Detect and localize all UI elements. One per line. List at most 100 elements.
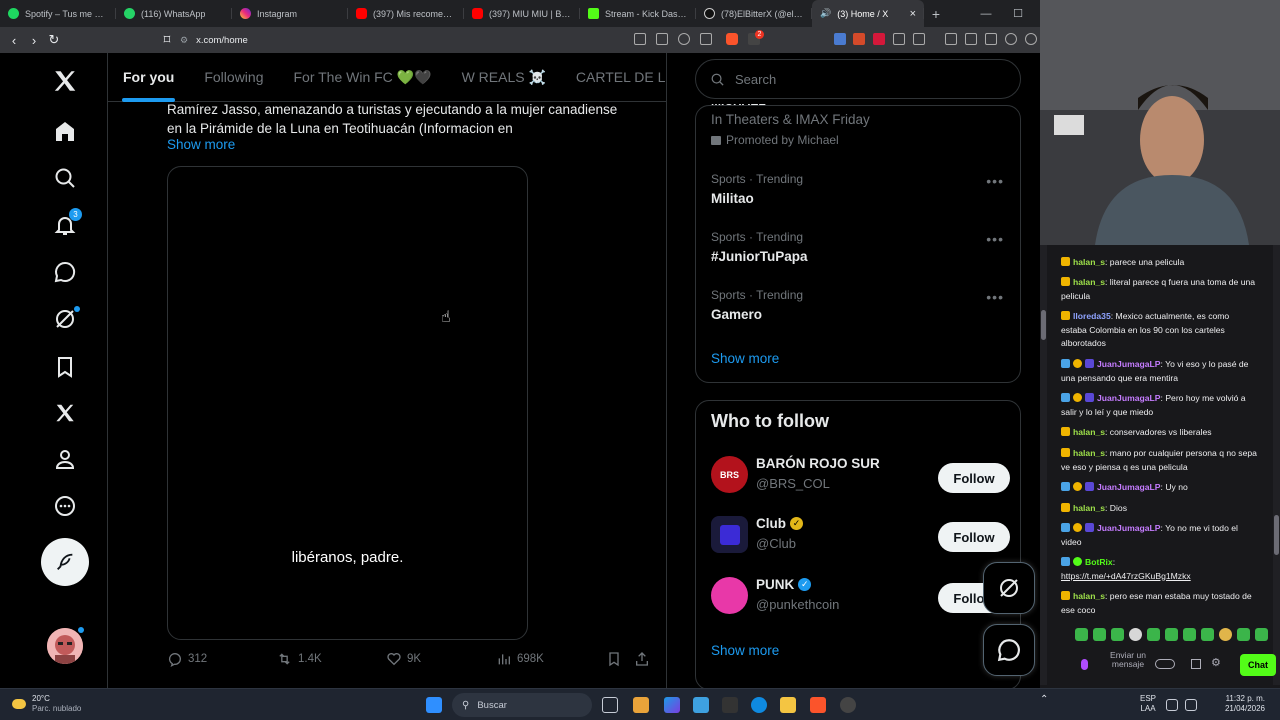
file-explorer-icon[interactable] <box>780 697 796 713</box>
widgets-icon[interactable] <box>633 697 649 713</box>
browser-tab[interactable]: (78)ElBitterX (@elbitterx) <box>696 0 812 27</box>
tab-for-you[interactable]: For you <box>108 53 189 102</box>
sidebar-icon[interactable] <box>965 33 977 45</box>
store-app-icon[interactable] <box>693 697 709 713</box>
who-to-follow-show-more-link[interactable]: Show more <box>711 643 779 658</box>
emote-icon[interactable] <box>1237 628 1250 641</box>
chat-username[interactable]: halan_s <box>1073 503 1105 513</box>
chat-username[interactable]: lloreda35 <box>1073 311 1111 321</box>
bookmarks-icon[interactable] <box>48 350 82 384</box>
grok-float-button[interactable] <box>983 562 1035 614</box>
address-bar[interactable]: ⚙ x.com/home <box>180 30 780 50</box>
taskbar-search[interactable]: ⚲ Buscar <box>452 693 592 717</box>
follow-button[interactable]: Follow <box>938 522 1010 552</box>
tweet-show-more-link[interactable]: Show more <box>167 137 235 152</box>
home-icon[interactable] <box>48 115 82 149</box>
browser-tab[interactable]: (397) MIU MIU | BLESSD <box>464 0 580 27</box>
search-input[interactable]: Search <box>695 59 1021 99</box>
more-icon[interactable] <box>48 489 82 523</box>
follow-suggestion[interactable]: PUNK ✓ @punkethcoin Follow <box>711 577 1011 617</box>
extension-icon[interactable] <box>873 33 885 45</box>
x-logo-icon[interactable] <box>48 64 82 98</box>
chat-username[interactable]: JuanJumagaLP <box>1097 393 1161 403</box>
like-button[interactable]: 9K <box>386 651 421 667</box>
messages-float-button[interactable] <box>983 624 1035 676</box>
reload-icon[interactable]: ↻ <box>44 32 64 48</box>
more-options-icon[interactable]: ••• <box>986 231 1004 247</box>
notifications-bell-icon[interactable]: 3 <box>48 208 82 242</box>
brs-avatar[interactable]: BRS <box>711 456 748 493</box>
chat-link[interactable]: https://t.me/+dA47rzGKuBg1Mzkx <box>1061 571 1191 581</box>
club-avatar[interactable] <box>711 516 748 553</box>
emote-icon[interactable] <box>1093 628 1106 641</box>
maximize-icon[interactable]: ☐ <box>1002 0 1034 27</box>
back-icon[interactable]: ‹ <box>4 33 24 48</box>
tab-following[interactable]: Following <box>189 53 278 102</box>
tab-list-cartel[interactable]: CARTEL DE LO <box>561 53 666 102</box>
tab-list-for-the-win[interactable]: For The Win FC 💚🖤 <box>278 53 446 102</box>
bookmark-icon[interactable]: ⌑ <box>157 32 177 48</box>
emote-icon[interactable] <box>1255 628 1268 641</box>
emote-icon[interactable] <box>1147 628 1160 641</box>
messages-icon[interactable] <box>48 255 82 289</box>
punk-avatar[interactable] <box>711 577 748 614</box>
screenshot-icon[interactable] <box>913 33 925 45</box>
puzzle-icon[interactable] <box>893 33 905 45</box>
task-view-icon[interactable] <box>602 697 618 713</box>
account-avatar[interactable] <box>47 628 83 664</box>
store-icon[interactable] <box>1191 659 1201 669</box>
grok-icon[interactable] <box>48 302 82 336</box>
views-button[interactable]: 698K <box>496 651 544 667</box>
wallet-icon[interactable] <box>985 33 997 45</box>
new-tab-button[interactable]: + <box>924 6 948 22</box>
copilot-icon[interactable] <box>664 697 680 713</box>
browser-tab[interactable]: Spotify – Tus me gusta <box>0 0 116 27</box>
chat-username[interactable]: halan_s <box>1073 427 1105 437</box>
chat-username[interactable]: halan_s <box>1073 591 1105 601</box>
wifi-icon[interactable] <box>1166 699 1178 711</box>
zoom-icon[interactable] <box>678 33 690 45</box>
brave-browser-icon[interactable] <box>810 697 826 713</box>
chat-username[interactable]: halan_s <box>1073 257 1105 267</box>
bookmark-button[interactable] <box>606 651 622 667</box>
brave-shield-icon[interactable] <box>726 33 738 45</box>
follow-suggestion[interactable]: BRS BARÓN ROJO SUR @BRS_COL Follow <box>711 456 1011 496</box>
chat-username[interactable]: BotRix <box>1085 557 1113 567</box>
reply-button[interactable]: 312 <box>167 651 207 667</box>
microphone-icon[interactable] <box>1081 659 1088 670</box>
tweet-video[interactable]: libéranos, padre. <box>167 166 528 640</box>
chat-username[interactable]: halan_s <box>1073 277 1105 287</box>
emote-icon[interactable] <box>1165 628 1178 641</box>
extension-icon[interactable] <box>853 33 865 45</box>
repost-button[interactable]: 1.4K <box>276 651 322 667</box>
follow-button[interactable]: Follow <box>938 463 1010 493</box>
browser-tab[interactable]: (397) Mis recomendadas <box>348 0 464 27</box>
explore-search-icon[interactable] <box>48 161 82 195</box>
tray-chevron-icon[interactable]: ⌃ <box>1040 695 1048 705</box>
obs-icon[interactable] <box>840 697 856 713</box>
emote-icon[interactable] <box>1183 628 1196 641</box>
edge-icon[interactable] <box>751 697 767 713</box>
emote-icon[interactable] <box>1129 628 1142 641</box>
chat-username[interactable]: halan_s <box>1073 448 1105 458</box>
emote-icon[interactable] <box>1075 628 1088 641</box>
more-options-icon[interactable]: ••• <box>986 289 1004 305</box>
extension-icon[interactable] <box>834 33 846 45</box>
vpn-icon[interactable] <box>1025 33 1037 45</box>
browser-tab[interactable]: Instagram <box>232 0 348 27</box>
settings-gear-icon[interactable]: ⚙ <box>1211 656 1221 669</box>
start-menu-icon[interactable] <box>426 697 442 713</box>
browser-tab[interactable]: Stream - Kick Dashboard <box>580 0 696 27</box>
chat-send-button[interactable]: Chat <box>1240 654 1276 676</box>
emote-icon[interactable] <box>1111 628 1124 641</box>
emote-icon[interactable] <box>1219 628 1232 641</box>
trends-show-more-link[interactable]: Show more <box>711 351 779 366</box>
follow-suggestion[interactable]: Club ✓ @Club Follow <box>711 516 1011 556</box>
share-button[interactable] <box>634 651 650 667</box>
compose-post-button[interactable] <box>41 538 89 586</box>
leo-ai-icon[interactable] <box>1005 33 1017 45</box>
chat-scrollbar[interactable] <box>1040 245 1047 685</box>
close-tab-icon[interactable]: × <box>910 8 916 20</box>
weather-widget[interactable]: 20°C Parc. nublado <box>12 694 81 714</box>
chat-input[interactable]: Enviar un mensaje <box>1101 651 1155 669</box>
